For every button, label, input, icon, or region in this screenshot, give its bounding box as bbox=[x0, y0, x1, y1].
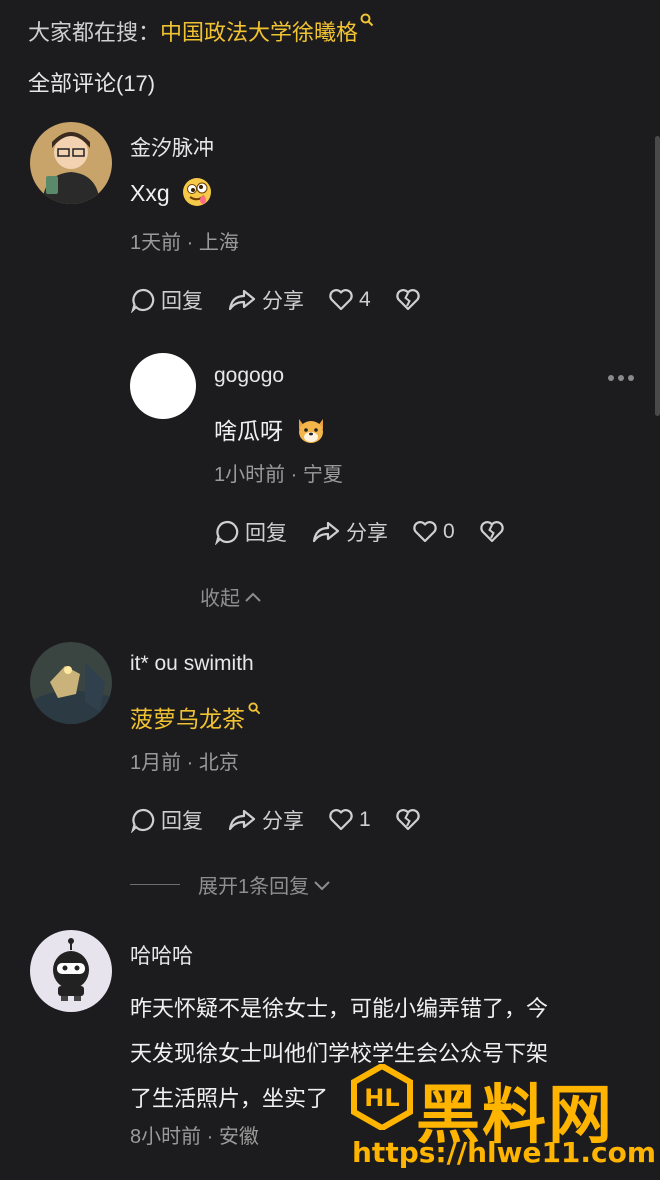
trending-search-prefix: 大家都在搜： bbox=[28, 20, 161, 45]
comment-meta: 1月前 · 北京 bbox=[130, 752, 239, 774]
reply-username[interactable]: gogogo bbox=[214, 364, 284, 388]
reply-button[interactable]: 回复 bbox=[130, 285, 203, 315]
comment-username[interactable]: 哈哈哈 bbox=[130, 940, 193, 970]
avatar-image bbox=[30, 642, 112, 724]
dog-face-emoji-icon bbox=[299, 418, 324, 443]
watermark-url: https://hlwe11.com bbox=[352, 1136, 657, 1169]
comment-text-line: 昨天怀疑不是徐女士，可能小编弄错了，今 bbox=[130, 996, 549, 1021]
share-button[interactable]: 分享 bbox=[227, 805, 304, 835]
comment-bubble-icon bbox=[215, 520, 239, 545]
comment-bubble-icon bbox=[131, 288, 155, 313]
like-count: 0 bbox=[443, 520, 455, 543]
avatar[interactable] bbox=[30, 642, 112, 724]
chevron-up-icon bbox=[245, 592, 261, 602]
share-arrow-icon bbox=[228, 289, 256, 311]
watermark-logo: HL 黑料网 https://hlwe11.com bbox=[350, 1064, 656, 1174]
avatar[interactable] bbox=[30, 122, 112, 204]
comment-meta: 8小时前 · 安徽 bbox=[130, 1126, 259, 1148]
avatar[interactable] bbox=[30, 930, 112, 1012]
reply-text: 啥瓜呀 bbox=[214, 412, 327, 446]
hl-badge-icon: HL bbox=[351, 1064, 413, 1130]
comment-text[interactable]: 菠萝乌龙茶 bbox=[130, 700, 261, 734]
avatar-image bbox=[30, 122, 112, 204]
broken-heart-icon bbox=[395, 289, 420, 311]
divider-line bbox=[130, 884, 180, 885]
trending-search-link[interactable]: 中国政法大学徐曦格 bbox=[160, 13, 374, 47]
collapse-replies-button[interactable]: 收起 bbox=[200, 582, 263, 611]
comment-username[interactable]: it* ou swimith bbox=[130, 652, 254, 676]
like-button[interactable]: 0 bbox=[412, 520, 455, 544]
broken-heart-icon bbox=[395, 809, 420, 831]
like-count: 4 bbox=[359, 288, 371, 311]
svg-text:HL: HL bbox=[364, 1084, 399, 1112]
dislike-button[interactable] bbox=[479, 520, 510, 544]
expand-replies-button[interactable]: 展开1条回复 bbox=[130, 870, 332, 899]
share-button[interactable]: 分享 bbox=[311, 517, 388, 547]
heart-icon bbox=[413, 521, 437, 543]
share-arrow-icon bbox=[228, 809, 256, 831]
heart-icon bbox=[329, 809, 353, 831]
drooling-face-emoji-icon bbox=[183, 177, 212, 206]
comment-actions: 回复 分享 4 bbox=[130, 285, 450, 315]
share-button[interactable]: 分享 bbox=[227, 285, 304, 315]
avatar-image bbox=[30, 930, 112, 1012]
like-button[interactable]: 4 bbox=[328, 288, 371, 312]
share-arrow-icon bbox=[312, 521, 340, 543]
like-count: 1 bbox=[359, 808, 371, 831]
reply-button[interactable]: 回复 bbox=[214, 517, 287, 547]
reply-meta: 1小时前 · 宁夏 bbox=[214, 464, 343, 486]
like-button[interactable]: 1 bbox=[328, 808, 371, 832]
comment-bubble-icon bbox=[131, 808, 155, 833]
comments-count-title: 全部评论(17) bbox=[28, 71, 156, 96]
avatar[interactable] bbox=[130, 353, 196, 419]
dislike-button[interactable] bbox=[395, 808, 426, 832]
heart-icon bbox=[329, 289, 353, 311]
reply-button[interactable]: 回复 bbox=[130, 805, 203, 835]
broken-heart-icon bbox=[479, 521, 504, 543]
chevron-down-icon bbox=[314, 880, 330, 890]
search-icon bbox=[248, 702, 261, 715]
search-icon bbox=[360, 13, 374, 27]
dislike-button[interactable] bbox=[395, 288, 426, 312]
trending-search-bar: 大家都在搜： 中国政法大学徐曦格 bbox=[28, 13, 374, 48]
scrollbar[interactable] bbox=[655, 136, 660, 416]
comment-text: Xxg bbox=[130, 177, 212, 207]
comment-meta: 1天前 · 上海 bbox=[130, 232, 239, 254]
trending-search-query: 中国政法大学徐曦格 bbox=[160, 20, 359, 45]
comment-username[interactable]: 金汐脉冲 bbox=[130, 132, 214, 162]
reply-actions: 回复 分享 0 bbox=[214, 517, 534, 547]
comment-actions: 回复 分享 1 bbox=[130, 805, 450, 835]
more-options-icon[interactable] bbox=[608, 375, 634, 381]
